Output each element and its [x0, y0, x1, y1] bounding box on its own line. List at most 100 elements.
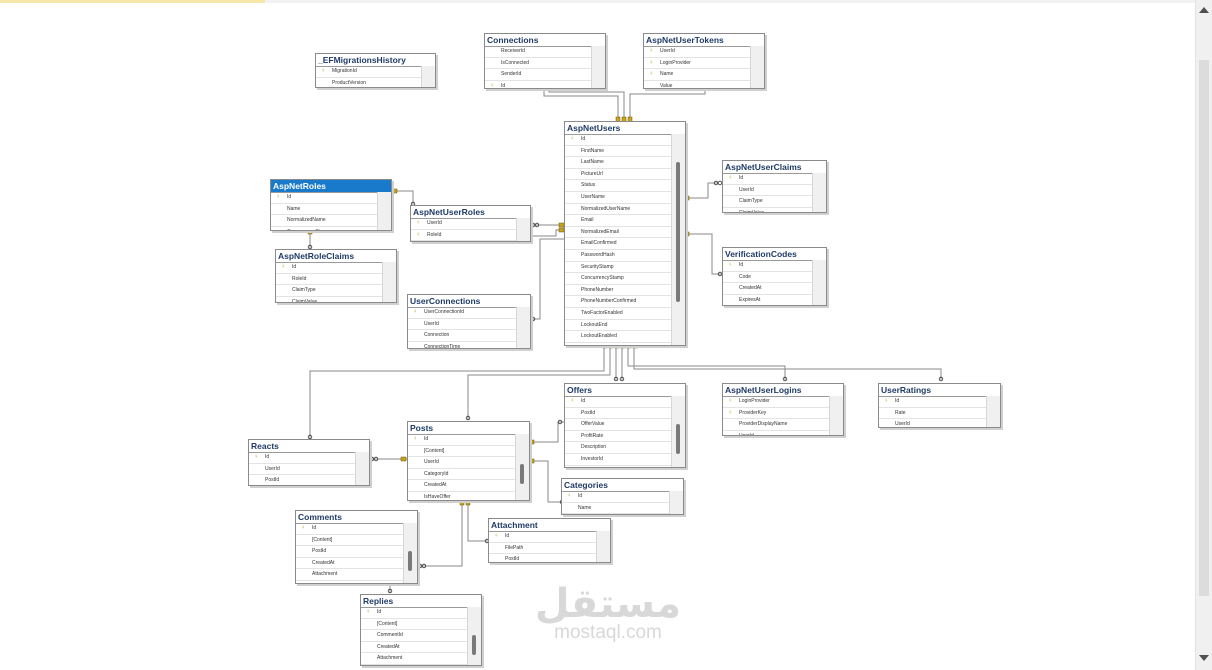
column-row[interactable]: PostId — [489, 554, 597, 562]
column-row[interactable]: ClaimType — [276, 285, 383, 297]
column-row[interactable]: ♀ Id — [565, 134, 672, 146]
table-attachment[interactable]: Attachment ♀ Id FilePath PostId — [488, 518, 611, 563]
column-row[interactable]: Value — [644, 81, 751, 88]
column-row[interactable]: ConcurrencyStamp — [271, 227, 378, 230]
column-row[interactable]: PictureUrl — [565, 169, 672, 181]
column-row[interactable]: NormalizedUserName — [565, 204, 672, 216]
column-row[interactable]: ♀ Id — [562, 491, 670, 503]
column-row[interactable]: LastName — [565, 157, 672, 169]
column-row[interactable]: SenderId — [485, 69, 592, 81]
table-scrollbar-thumb[interactable] — [676, 424, 680, 454]
table-scrollbar[interactable] — [812, 173, 826, 212]
column-row[interactable]: ♀ Id — [489, 531, 597, 543]
table-scrollbar[interactable] — [467, 607, 481, 665]
column-row[interactable]: PostId — [249, 475, 356, 485]
table-scrollbar[interactable] — [355, 452, 369, 485]
column-row[interactable]: [Content] — [296, 535, 404, 547]
table-roleclaims[interactable]: AspNetRoleClaims ♀ Id RoleId ClaimType ClaimV… — [275, 249, 397, 303]
table-replies[interactable]: Replies ♀ Id [Content] CommentId CreatedAt Att… — [360, 594, 482, 666]
table-scrollbar[interactable] — [382, 262, 396, 302]
column-row[interactable]: PhoneNumber — [565, 285, 672, 297]
column-row[interactable]: OfferValue — [565, 419, 672, 431]
column-row[interactable]: UserName — [565, 192, 672, 204]
column-row[interactable]: FirstName — [565, 146, 672, 158]
table-categories[interactable]: Categories ♀ Id Name — [561, 478, 684, 515]
diagram-canvas[interactable]: _EFMigrationsHistory ♀ MigrationId ProductV… — [0, 3, 1196, 670]
table-scrollbar-thumb[interactable] — [520, 464, 524, 484]
column-row[interactable]: ♀ Id — [723, 173, 813, 185]
column-row[interactable]: ProfitRate — [565, 431, 672, 443]
column-row[interactable]: UserId — [408, 457, 516, 469]
column-row[interactable]: Rate — [879, 408, 987, 420]
column-row[interactable]: PostId — [565, 408, 672, 420]
table-scrollbar[interactable] — [421, 66, 435, 87]
column-row[interactable]: ♀ UserId — [644, 46, 751, 58]
column-row[interactable]: InvestorId — [565, 454, 672, 466]
column-row[interactable]: CommentId — [361, 630, 468, 642]
table-verif[interactable]: VerificationCodes ♀ Id Code CreatedAt Expires… — [722, 247, 827, 306]
column-row[interactable]: Name — [271, 204, 378, 216]
table-ef[interactable]: _EFMigrationsHistory ♀ MigrationId ProductV… — [315, 53, 436, 88]
column-row[interactable]: IsAccepted — [565, 466, 672, 467]
column-row[interactable]: ♀ Id — [723, 260, 813, 272]
table-scrollbar[interactable] — [829, 396, 843, 435]
column-row[interactable]: Email — [565, 215, 672, 227]
table-comments[interactable]: Comments ♀ Id [Content] PostId CreatedAt Attac… — [295, 510, 418, 584]
column-row[interactable]: [Content] — [408, 446, 516, 458]
column-row[interactable]: ♀ Id — [565, 396, 672, 408]
column-row[interactable]: PhoneNumberConfirmed — [565, 296, 672, 308]
column-row[interactable]: CreatedAt — [408, 480, 516, 492]
column-row[interactable]: ♀ UserId — [411, 218, 517, 230]
column-row[interactable]: UserId — [249, 464, 356, 476]
column-row[interactable]: ♀ Id — [408, 434, 516, 446]
table-posts[interactable]: Posts ♀ Id [Content] UserId CategoryId Created… — [407, 421, 530, 501]
table-reacts[interactable]: Reacts ♀ Id UserId PostId — [248, 439, 370, 486]
column-row[interactable]: UserId — [408, 319, 517, 331]
column-row[interactable]: ♀ Id — [296, 523, 404, 535]
table-scrollbar-thumb[interactable] — [676, 162, 680, 302]
column-row[interactable]: Description — [565, 442, 672, 454]
column-row[interactable]: ♀ Id — [879, 396, 987, 408]
column-row[interactable]: Code — [723, 272, 813, 284]
table-scrollbar[interactable] — [671, 396, 685, 467]
column-row[interactable]: RoleId — [276, 274, 383, 286]
table-scrollbar[interactable] — [671, 134, 685, 345]
column-row[interactable]: TwoFactorEnabled — [565, 308, 672, 320]
column-row[interactable]: ♀ LoginProvider — [644, 58, 751, 70]
column-row[interactable]: LockoutEnd — [565, 320, 672, 332]
column-row[interactable]: AccessFailedCount — [565, 343, 672, 346]
column-row[interactable]: NormalizedName — [271, 215, 378, 227]
table-claims[interactable]: AspNetUserClaims♀IdUserIdClaimTypeClaimV… — [722, 160, 827, 213]
table-scrollbar[interactable] — [591, 46, 605, 88]
column-row[interactable]: Status — [565, 180, 672, 192]
column-row[interactable]: ♀ Id — [249, 452, 356, 464]
column-row[interactable]: ♀ LoginProvider — [723, 396, 830, 408]
table-scrollbar-thumb[interactable] — [472, 635, 476, 655]
column-row[interactable]: UserId — [723, 431, 830, 435]
column-row[interactable]: ClaimValue — [276, 297, 383, 302]
column-row[interactable]: ♀ Name — [644, 69, 751, 81]
table-logins[interactable]: AspNetUserLogins ♀ LoginProvider ♀ ProviderK… — [722, 383, 844, 436]
column-row[interactable]: ClaimValue — [723, 208, 813, 212]
column-row[interactable]: ExpiresAt — [723, 295, 813, 305]
column-row[interactable]: PostId — [296, 546, 404, 558]
table-tokens[interactable]: AspNetUserTokens ♀ UserId ♀ LoginProvider ♀ Na… — [643, 33, 765, 89]
column-row[interactable]: Attachment — [296, 569, 404, 581]
scroll-down-arrow-icon[interactable] — [1199, 655, 1209, 661]
column-row[interactable]: Name — [562, 503, 670, 514]
column-row[interactable]: ReceiverId — [485, 46, 592, 58]
column-row[interactable]: NormalizedEmail — [565, 227, 672, 239]
scroll-up-arrow-icon[interactable] — [1199, 7, 1209, 13]
column-row[interactable]: ProviderDisplayName — [723, 419, 830, 431]
column-row[interactable]: Attachment — [361, 653, 468, 665]
column-row[interactable]: EmailConfirmed — [565, 238, 672, 250]
column-row[interactable]: IsConnected — [485, 58, 592, 70]
column-row[interactable]: UserId — [879, 419, 987, 427]
column-row[interactable]: ConnectionTime — [408, 342, 517, 348]
column-row[interactable]: UserId — [723, 185, 813, 197]
scrollbar-thumb[interactable] — [1199, 60, 1209, 596]
column-row[interactable]: CategoryId — [408, 469, 516, 481]
column-row[interactable]: LockoutEnabled — [565, 331, 672, 343]
column-row[interactable]: FilePath — [489, 543, 597, 555]
table-scrollbar[interactable] — [986, 396, 1000, 427]
